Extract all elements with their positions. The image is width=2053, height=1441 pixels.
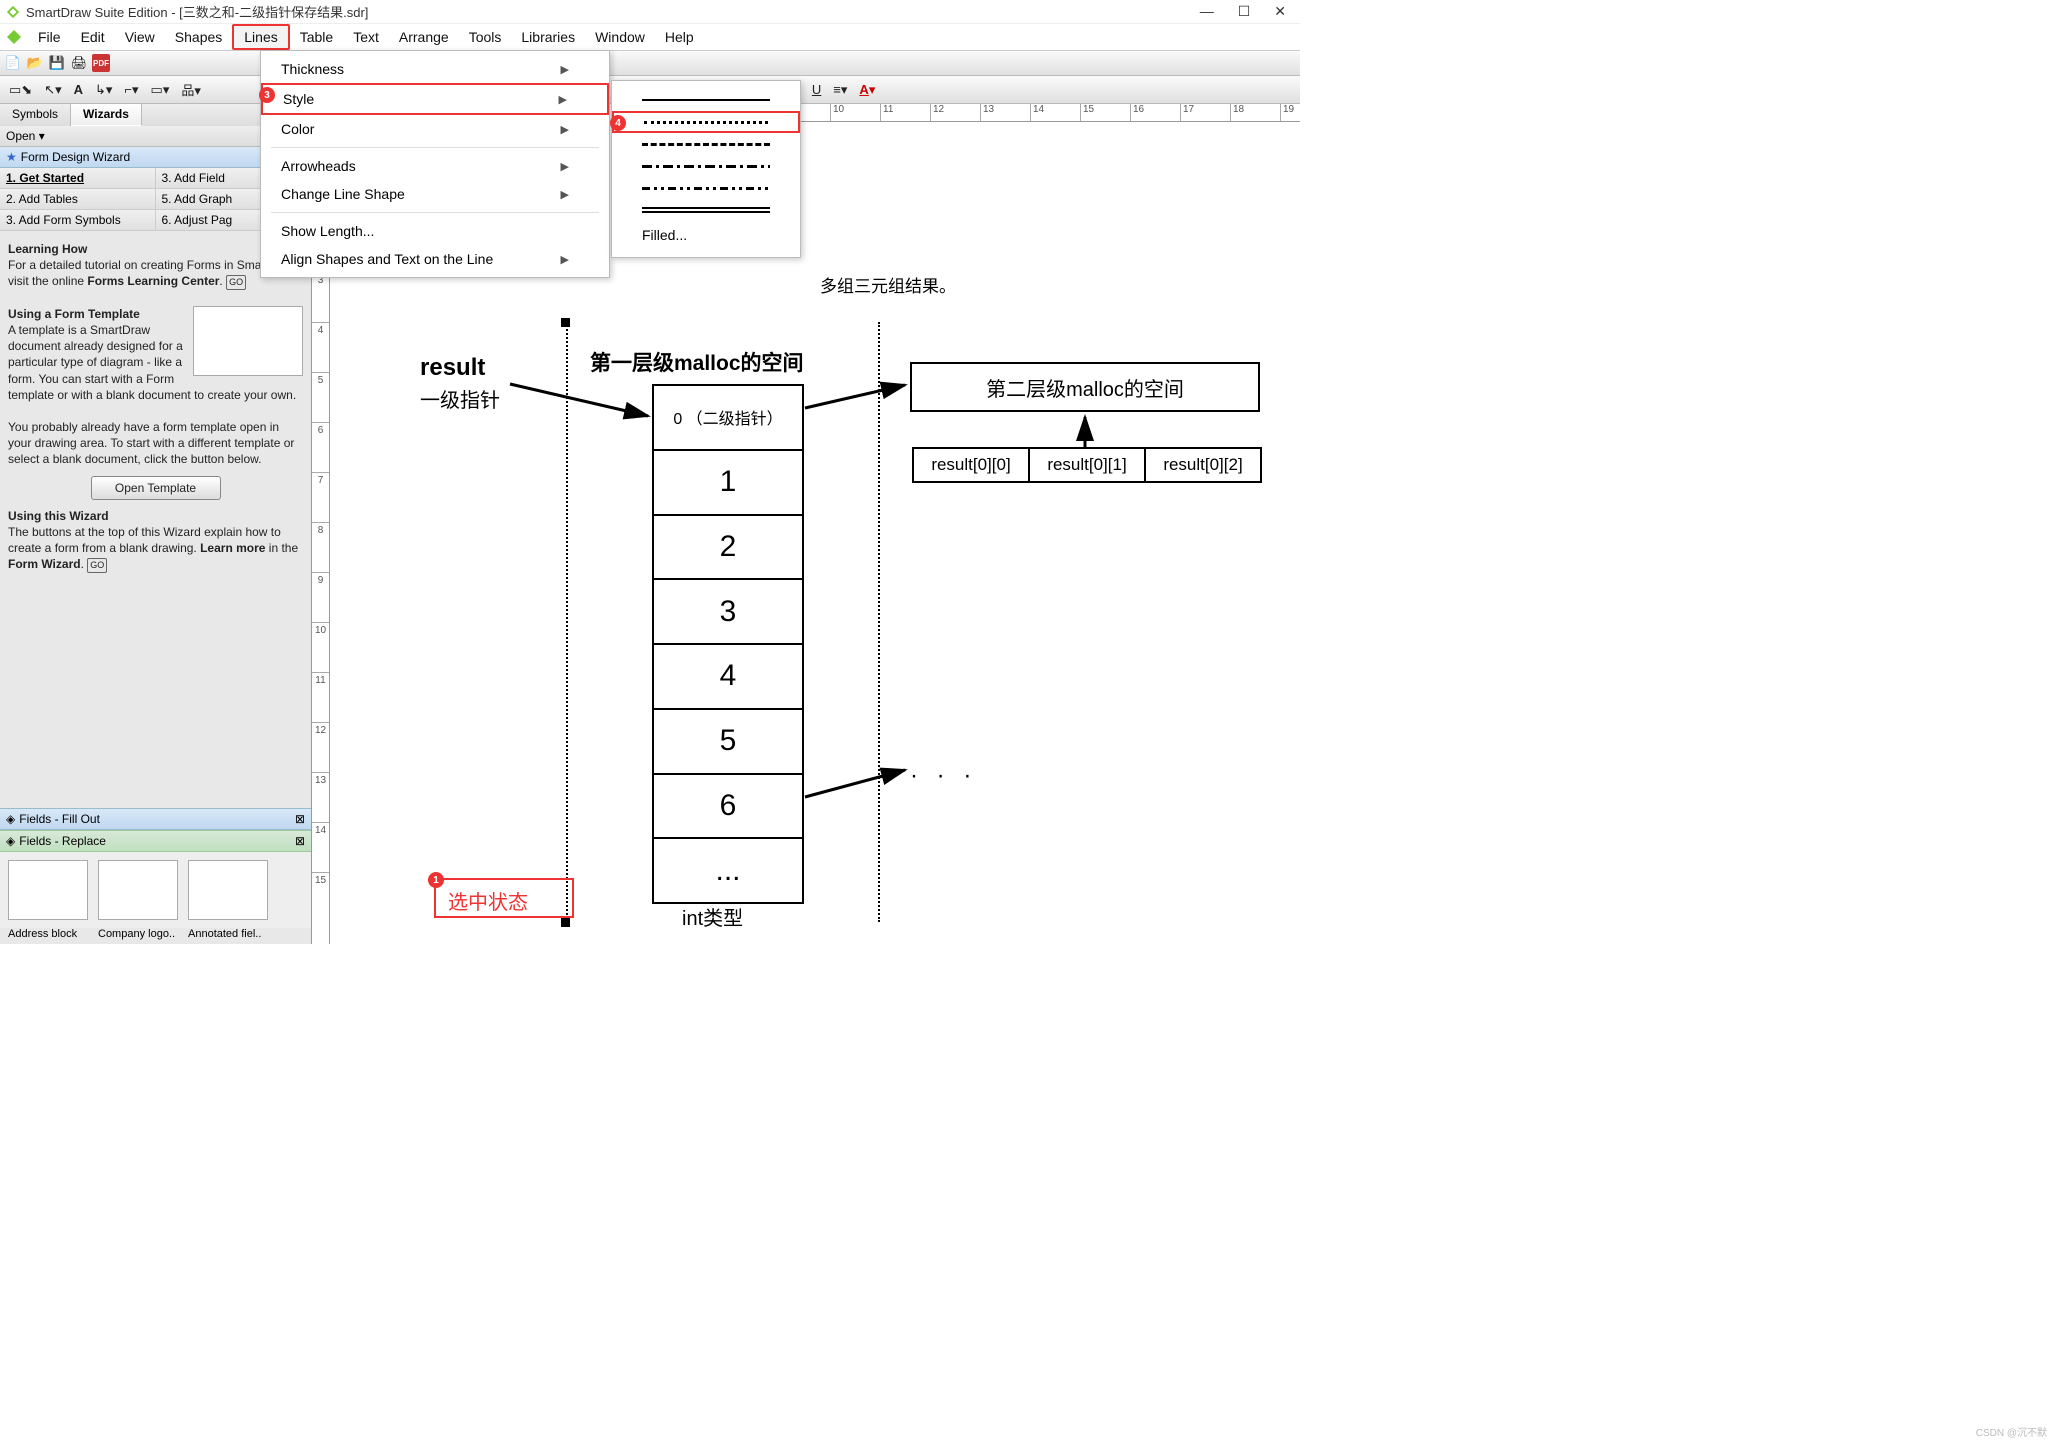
linestyle-double[interactable]: [612, 199, 800, 221]
app-logo-icon: [6, 5, 20, 19]
menu-lines[interactable]: Lines: [232, 24, 289, 50]
toolbar-standard: 📄 📂 💾 🖨 PDF ▦ ?: [0, 50, 1300, 76]
pointer-tool-icon[interactable]: ▭⬊: [4, 79, 37, 101]
selection-handle-bottom[interactable]: [561, 918, 570, 927]
menu-color[interactable]: Color▶: [261, 115, 609, 143]
annotation-3: 3: [259, 87, 275, 103]
selection-handle-top[interactable]: [561, 318, 570, 327]
font-color-button[interactable]: A▾: [854, 79, 880, 101]
menu-edit[interactable]: Edit: [71, 26, 115, 48]
line-tool-icon[interactable]: ↖▾: [39, 79, 66, 101]
tree-tool-icon[interactable]: 品▾: [176, 77, 206, 102]
annotation-1: 1: [428, 872, 444, 888]
menu-window[interactable]: Window: [585, 26, 655, 48]
menu-change-line-shape[interactable]: Change Line Shape▶: [261, 180, 609, 208]
annotation-selected-text: 选中状态: [448, 886, 528, 915]
menu-file[interactable]: File: [28, 26, 71, 48]
label-title1: 第一层级malloc的空间: [590, 347, 804, 377]
row-cells: result[0][0] result[0][1] result[0][2]: [912, 447, 1262, 483]
linestyle-dashed[interactable]: [612, 133, 800, 155]
menu-align-shapes[interactable]: Align Shapes and Text on the Line▶: [261, 245, 609, 273]
rcell-0: result[0][0]: [914, 449, 1030, 481]
app-menu-icon[interactable]: [6, 29, 22, 45]
dashed-line-left[interactable]: [566, 322, 568, 922]
menu-tools[interactable]: Tools: [459, 26, 512, 48]
cell-1: 1: [654, 451, 802, 516]
rcell-2: result[0][2]: [1146, 449, 1260, 481]
menu-style[interactable]: 3Style▶: [261, 83, 609, 115]
cell-ellipsis: ...: [654, 839, 802, 902]
thumb-address[interactable]: [8, 860, 88, 920]
text-tool-icon[interactable]: A: [69, 79, 88, 100]
pdf-icon[interactable]: PDF: [92, 54, 110, 72]
linestyle-dashdot[interactable]: [612, 155, 800, 177]
wizard-step-2[interactable]: 2. Add Tables: [0, 189, 156, 210]
cell-5: 5: [654, 710, 802, 775]
new-icon[interactable]: 📄: [4, 54, 22, 72]
cell-2: 2: [654, 516, 802, 581]
cell-4: 4: [654, 645, 802, 710]
menu-libraries[interactable]: Libraries: [511, 26, 585, 48]
label-inttype: int类型: [682, 902, 743, 931]
cell-3: 3: [654, 580, 802, 645]
field-thumbs: [0, 852, 311, 928]
cells-column: 0 （二级指针） 1 2 3 4 5 6 ...: [652, 384, 804, 904]
linestyle-dotted[interactable]: 4: [612, 111, 800, 133]
cell-6: 6: [654, 775, 802, 840]
linestyle-solid[interactable]: [612, 89, 800, 111]
lines-dropdown: Thickness▶ 3Style▶ Color▶ Arrowheads▶ Ch…: [260, 50, 610, 278]
arrow-cell0-to-box: [805, 380, 915, 410]
menu-arrange[interactable]: Arrange: [389, 26, 459, 48]
underline-button[interactable]: U: [807, 79, 826, 100]
thumb-logo[interactable]: [98, 860, 178, 920]
connector-tool-icon[interactable]: ↳▾: [90, 79, 117, 101]
window-title: SmartDraw Suite Edition - [三数之和-二级指针保存结果…: [26, 2, 368, 21]
wizard-step-3b[interactable]: 3. Add Form Symbols: [0, 210, 156, 231]
thumb-annotated[interactable]: [188, 860, 268, 920]
menu-shapes[interactable]: Shapes: [165, 26, 232, 48]
box-title2: 第二层级malloc的空间: [910, 362, 1260, 412]
shape-tool-icon[interactable]: ▭▾: [146, 79, 175, 101]
cell-0: 0 （二级指针）: [654, 386, 802, 451]
open-template-button[interactable]: Open Template: [91, 476, 221, 500]
watermark: CSDN @沉不默: [1976, 1424, 2047, 1439]
label-dots: · · ·: [910, 762, 977, 790]
tab-symbols[interactable]: Symbols: [0, 104, 71, 126]
menu-view[interactable]: View: [115, 26, 165, 48]
style-submenu: 4 Filled...: [611, 80, 801, 258]
linestyle-filled[interactable]: Filled...: [612, 221, 800, 249]
label-result-sub: 一级指针: [420, 384, 500, 413]
linestyle-dashdotdot[interactable]: [612, 177, 800, 199]
arrow-cell6-to-dots: [805, 762, 915, 802]
minimize-icon[interactable]: —: [1200, 3, 1214, 20]
fields-fillout-bar[interactable]: ◈Fields - Fill Out⊠: [0, 808, 311, 830]
close-icon[interactable]: ✕: [1274, 3, 1286, 20]
menubar: File Edit View Shapes Lines Table Text A…: [0, 24, 1300, 50]
open-icon[interactable]: 📂: [26, 54, 44, 72]
save-icon[interactable]: 💾: [48, 54, 66, 72]
menu-show-length[interactable]: Show Length...: [261, 217, 609, 245]
annotation-4: 4: [610, 115, 626, 131]
menu-arrowheads[interactable]: Arrowheads▶: [261, 152, 609, 180]
titlebar: SmartDraw Suite Edition - [三数之和-二级指针保存结果…: [0, 0, 1300, 24]
fields-replace-bar[interactable]: ◈Fields - Replace⊠: [0, 830, 311, 852]
partial-text: 多组三元组结果。: [820, 272, 956, 297]
polyline-tool-icon[interactable]: ⌐▾: [119, 79, 143, 101]
wizard-help: Learning How For a detailed tutorial on …: [0, 231, 311, 808]
align-button[interactable]: ≡▾: [828, 79, 852, 101]
print-icon[interactable]: 🖨: [70, 54, 88, 72]
menu-thickness[interactable]: Thickness▶: [261, 55, 609, 83]
tab-wizards[interactable]: Wizards: [71, 104, 142, 126]
arrow-row-to-box: [1075, 412, 1095, 452]
dashed-line-right: [878, 322, 880, 922]
menu-text[interactable]: Text: [343, 26, 389, 48]
template-thumb: [193, 306, 303, 376]
rcell-1: result[0][1]: [1030, 449, 1146, 481]
wizard-step-1[interactable]: 1. Get Started: [0, 168, 156, 189]
label-result: result: [420, 354, 485, 382]
menu-help[interactable]: Help: [655, 26, 704, 48]
arrow-result-to-cell0: [510, 374, 655, 424]
menu-table[interactable]: Table: [290, 26, 343, 48]
maximize-icon[interactable]: ☐: [1238, 3, 1251, 20]
